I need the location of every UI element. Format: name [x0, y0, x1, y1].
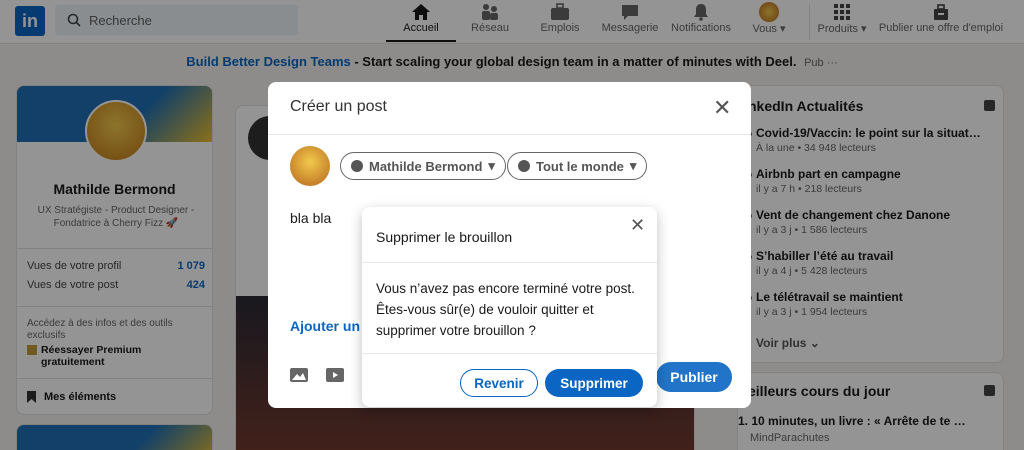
- person-icon: [351, 160, 363, 172]
- dialog-message: Vous n’avez pas encore terminé votre pos…: [376, 281, 635, 338]
- audience-selector[interactable]: Tout le monde ▾: [507, 152, 648, 180]
- divider: [268, 134, 751, 135]
- divider: [362, 262, 657, 263]
- dialog-title: Supprimer le brouillon: [376, 229, 513, 245]
- author-selector[interactable]: Mathilde Bermond ▾: [340, 152, 506, 180]
- caret-down-icon: ▾: [488, 158, 495, 173]
- divider: [362, 353, 657, 354]
- close-icon[interactable]: ✕: [630, 215, 645, 236]
- modal-title: Créer un post: [290, 98, 387, 115]
- add-hashtag-link[interactable]: Ajouter un: [290, 318, 360, 334]
- author-avatar: [290, 146, 330, 186]
- publish-button[interactable]: Publier: [656, 362, 732, 392]
- video-icon[interactable]: [326, 368, 344, 387]
- post-text-area[interactable]: bla bla: [290, 210, 331, 226]
- go-back-button[interactable]: Revenir: [460, 369, 538, 397]
- photo-icon[interactable]: [290, 368, 308, 387]
- discard-draft-dialog: Supprimer le brouillon ✕ Vous n’avez pas…: [362, 207, 657, 407]
- audience-selector-label: Tout le monde: [536, 158, 624, 174]
- caret-down-icon: ▾: [629, 158, 637, 173]
- close-icon[interactable]: ✕: [713, 97, 731, 119]
- author-selector-label: Mathilde Bermond: [369, 158, 483, 174]
- delete-button[interactable]: Supprimer: [545, 369, 643, 397]
- globe-icon: [518, 160, 530, 172]
